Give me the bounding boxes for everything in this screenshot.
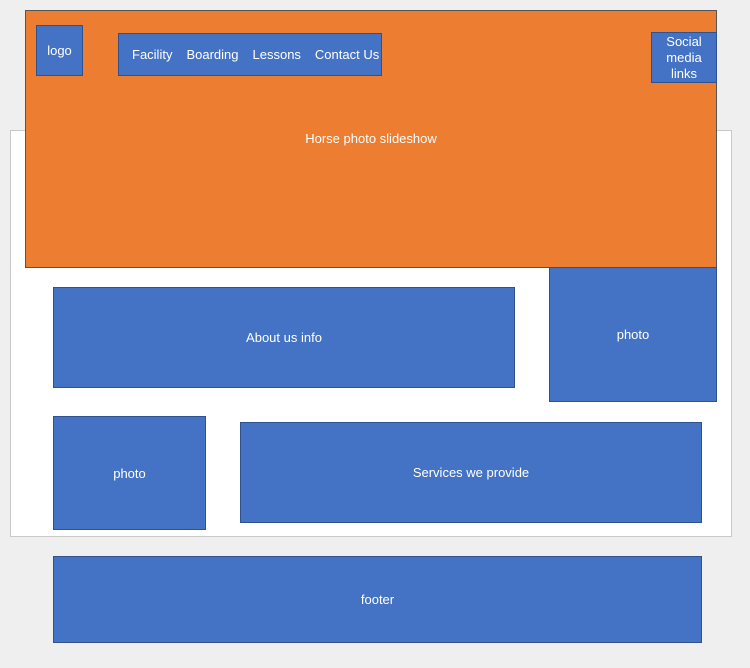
photo-left-label: photo	[113, 465, 146, 481]
footer-block: footer	[53, 556, 702, 643]
nav-item-lessons[interactable]: Lessons	[253, 47, 301, 62]
footer-label: footer	[360, 592, 395, 607]
hero-slideshow-label: Horse photo slideshow	[305, 131, 437, 146]
services-label: Services we provide	[412, 465, 530, 480]
nav-item-contact-us[interactable]: Contact Us	[315, 47, 379, 62]
services-block: Services we provide	[240, 422, 702, 523]
about-us-block: About us info	[53, 287, 515, 388]
logo-box[interactable]: logo	[36, 25, 83, 76]
about-us-label: About us info	[246, 330, 322, 345]
main-nav: Facility Boarding Lessons Contact Us	[118, 33, 382, 76]
photo-right-label: photo	[616, 327, 650, 342]
nav-item-facility[interactable]: Facility	[132, 47, 172, 62]
photo-right-block: photo	[549, 267, 717, 402]
social-media-links-label: Social media links	[666, 33, 702, 81]
nav-item-boarding[interactable]: Boarding	[186, 47, 238, 62]
social-media-links[interactable]: Social media links	[651, 32, 717, 83]
logo-label: logo	[47, 43, 72, 58]
photo-left-block: photo	[53, 416, 206, 530]
